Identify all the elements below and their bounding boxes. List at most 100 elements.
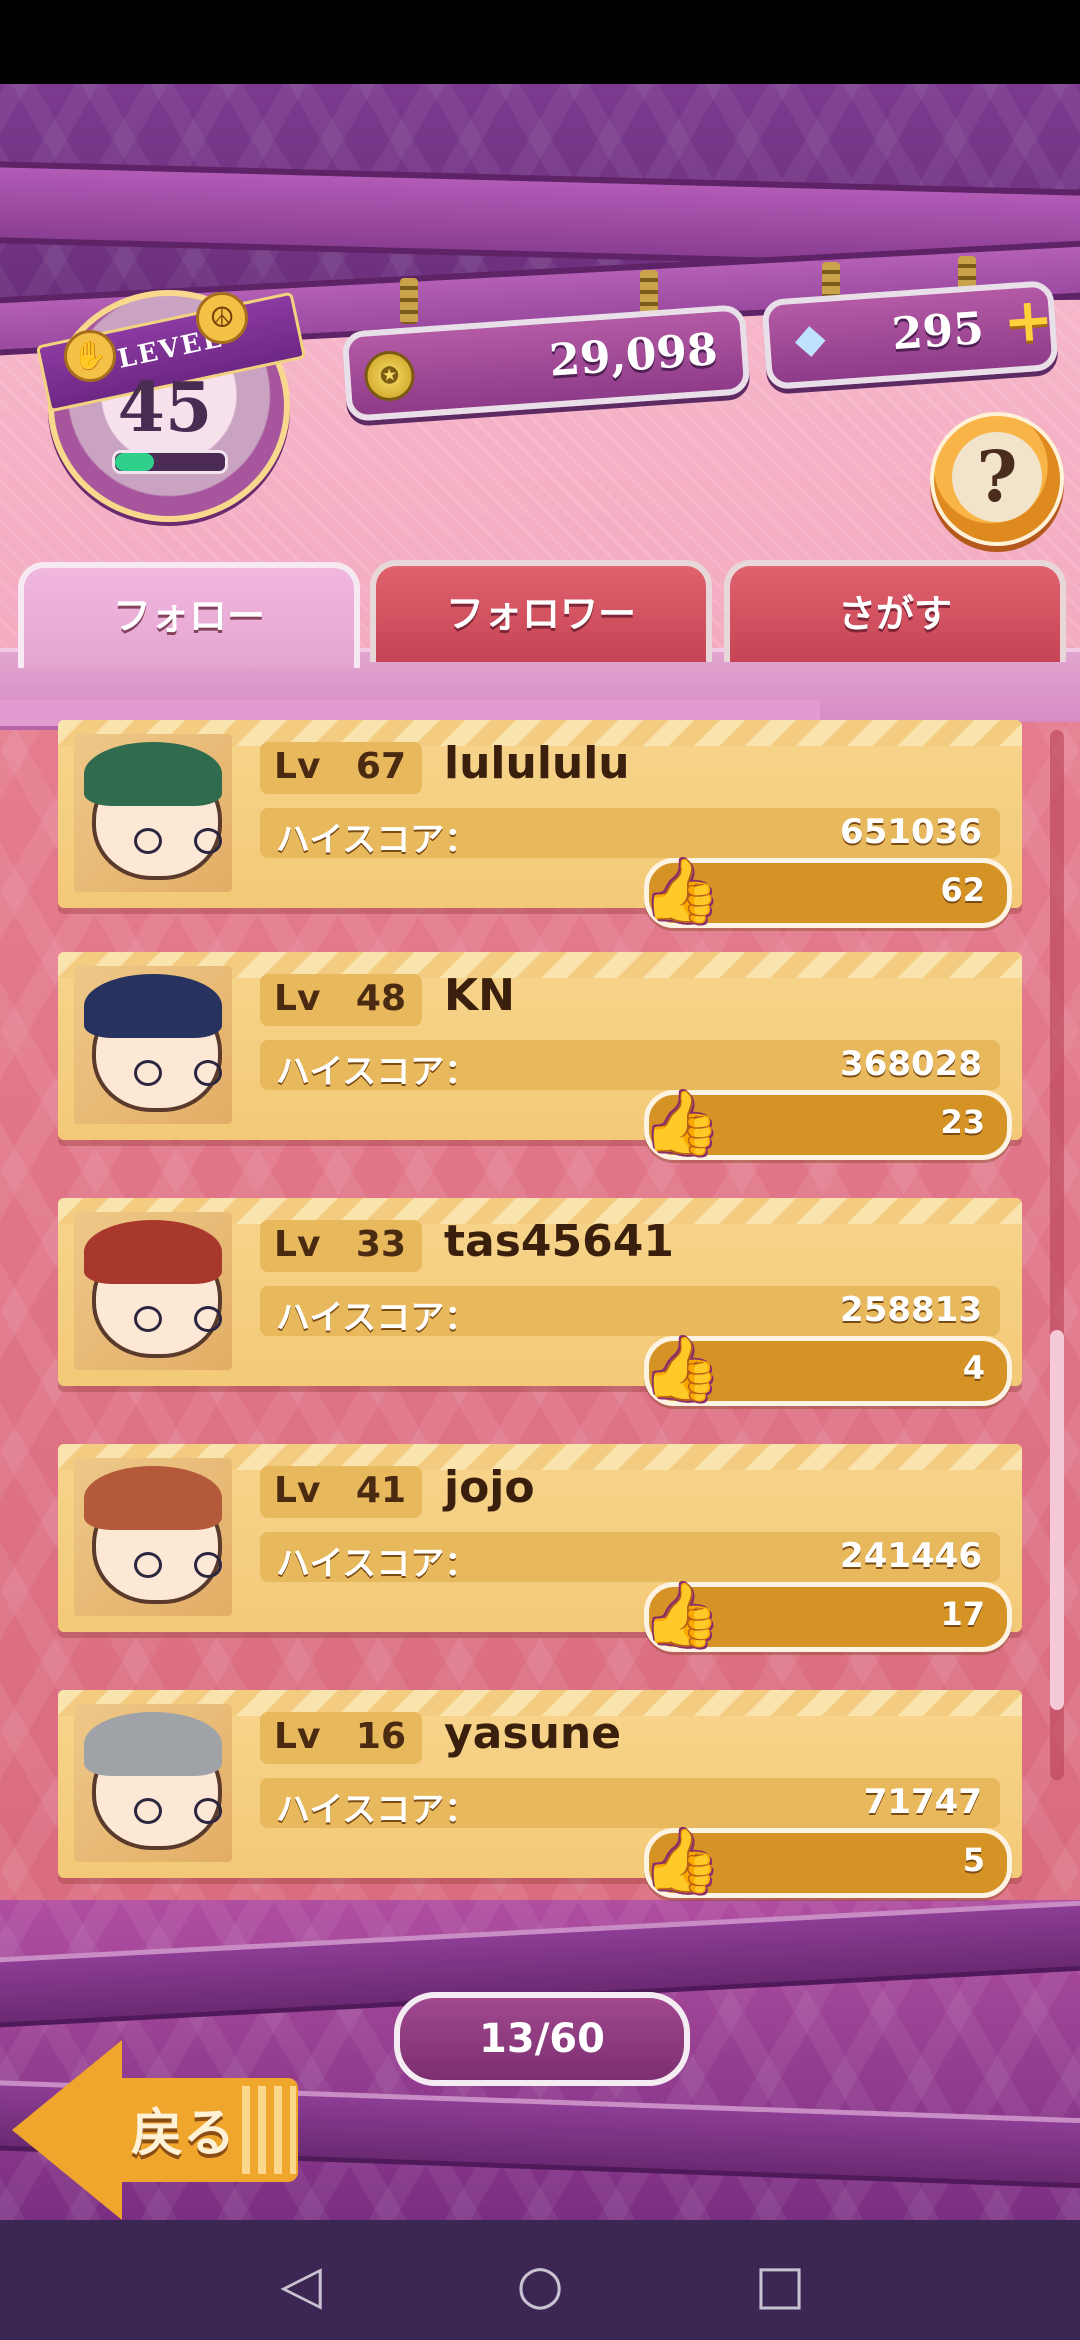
avatar-hair	[84, 742, 222, 806]
high-score-value: 71747	[863, 1782, 982, 1822]
like-count: 23	[940, 1103, 985, 1141]
chain-icon	[400, 278, 418, 324]
game-screen: LEVEL ✋ ☮ 45 ✪ 29,098 ◆ 295 + ? フォロー フォロ…	[0, 0, 1080, 2340]
help-icon: ?	[952, 432, 1042, 522]
avatar-hair	[84, 1712, 222, 1776]
level-prefix: Lv	[274, 1224, 321, 1265]
avatar-eye	[194, 1552, 222, 1578]
player-avatar	[74, 1704, 232, 1862]
player-level-box: Lv 41	[260, 1466, 422, 1518]
player-card[interactable]: Lv 16 yasune ハイスコア： 71747 👍 5	[58, 1690, 1022, 1898]
player-avatar	[74, 1212, 232, 1370]
level-progress-bar	[112, 450, 228, 474]
tab-follow[interactable]: フォロー	[18, 562, 360, 668]
avatar-eye	[134, 1306, 162, 1332]
high-score-label: ハイスコア：	[276, 1052, 479, 1092]
avatar-eye	[134, 1552, 162, 1578]
high-score-value: 241446	[840, 1536, 982, 1576]
chain-icon	[640, 270, 658, 316]
scrollbar-thumb[interactable]	[1050, 1330, 1064, 1710]
back-button-label: 戻る	[130, 2104, 235, 2164]
player-level: 33	[355, 1224, 406, 1265]
like-count: 62	[940, 871, 985, 909]
player-level-box: Lv 48	[260, 974, 422, 1026]
high-score-label: ハイスコア：	[276, 1298, 479, 1338]
avatar-eye	[194, 828, 222, 854]
high-score-row: ハイスコア： 368028	[260, 1040, 1000, 1092]
avatar-eye	[194, 1060, 222, 1086]
player-name: tas45641	[444, 1216, 674, 1267]
player-name: yasune	[444, 1708, 622, 1759]
player-level: 67	[355, 746, 406, 787]
like-count: 17	[940, 1595, 985, 1633]
avatar-hair	[84, 1466, 222, 1530]
high-score-row: ハイスコア： 651036	[260, 808, 1000, 860]
thumbs-up-icon: 👍	[643, 1332, 721, 1405]
high-score-value: 368028	[840, 1044, 982, 1084]
avatar-eye	[194, 1306, 222, 1332]
thumbs-up-icon: 👍	[643, 854, 721, 927]
level-prefix: Lv	[274, 746, 321, 787]
help-button[interactable]: ?	[930, 412, 1064, 546]
level-prefix: Lv	[274, 1470, 321, 1511]
like-count: 5	[962, 1841, 985, 1879]
nav-recents-icon[interactable]: □	[745, 2250, 815, 2320]
gem-value: 295	[890, 302, 986, 361]
high-score-row: ハイスコア： 258813	[260, 1286, 1000, 1338]
status-bar	[0, 0, 1080, 84]
high-score-row: ハイスコア： 71747	[260, 1778, 1000, 1830]
like-button[interactable]: 👍 17	[643, 1578, 1012, 1652]
player-level: 45	[117, 368, 213, 448]
nav-back-icon[interactable]: ◁	[266, 2250, 336, 2320]
player-level: 16	[355, 1716, 406, 1757]
coin-icon: ✪	[362, 349, 417, 403]
like-button[interactable]: 👍 62	[643, 854, 1012, 928]
player-card[interactable]: Lv 67 lulululu ハイスコア： 651036 👍 62	[58, 720, 1022, 928]
page-indicator: 13/60	[394, 1992, 690, 2086]
like-count: 4	[962, 1349, 985, 1387]
add-gems-button[interactable]: +	[1000, 284, 1058, 357]
like-button[interactable]: 👍 5	[643, 1824, 1012, 1898]
avatar-eye	[134, 1798, 162, 1824]
player-avatar	[74, 734, 232, 892]
back-arrow-icon	[12, 2040, 122, 2220]
player-card[interactable]: Lv 48 KN ハイスコア： 368028 👍 23	[58, 952, 1022, 1160]
high-score-row: ハイスコア： 241446	[260, 1532, 1000, 1584]
avatar-hair	[84, 974, 222, 1038]
avatar-hair	[84, 1220, 222, 1284]
player-name: jojo	[444, 1462, 535, 1513]
avatar-eye	[194, 1798, 222, 1824]
player-level-box: Lv 33	[260, 1220, 422, 1272]
level-progress-fill	[115, 453, 154, 471]
peace-icon: ☮	[196, 292, 248, 344]
high-score-value: 651036	[840, 812, 982, 852]
player-name: lulululu	[444, 738, 630, 789]
player-level: 41	[355, 1470, 406, 1511]
player-card[interactable]: Lv 41 jojo ハイスコア： 241446 👍 17	[58, 1444, 1022, 1652]
high-score-value: 258813	[840, 1290, 982, 1330]
tab-followers[interactable]: フォロワー	[370, 560, 712, 662]
player-card[interactable]: Lv 33 tas45641 ハイスコア： 258813 👍 4	[58, 1198, 1022, 1406]
avatar-eye	[134, 828, 162, 854]
like-button[interactable]: 👍 23	[643, 1086, 1012, 1160]
avatar-eye	[134, 1060, 162, 1086]
player-avatar	[74, 966, 232, 1124]
player-level-box: Lv 16	[260, 1712, 422, 1764]
thumbs-up-icon: 👍	[643, 1086, 721, 1159]
high-score-label: ハイスコア：	[276, 1790, 479, 1830]
coin-value: 29,098	[547, 324, 720, 387]
thumbs-up-icon: 👍	[643, 1578, 721, 1651]
like-button[interactable]: 👍 4	[643, 1332, 1012, 1406]
back-button[interactable]: 戻る	[12, 2030, 312, 2230]
player-name: KN	[444, 970, 515, 1021]
player-avatar	[74, 1458, 232, 1616]
nav-home-icon[interactable]: ○	[505, 2250, 575, 2320]
tab-search[interactable]: さがす	[724, 560, 1066, 662]
level-prefix: Lv	[274, 1716, 321, 1757]
level-prefix: Lv	[274, 978, 321, 1019]
player-level: 48	[355, 978, 406, 1019]
high-score-label: ハイスコア：	[276, 820, 479, 860]
gem-icon: ◆	[793, 313, 827, 364]
player-level-box: Lv 67	[260, 742, 422, 794]
thumbs-up-icon: 👍	[643, 1824, 721, 1897]
